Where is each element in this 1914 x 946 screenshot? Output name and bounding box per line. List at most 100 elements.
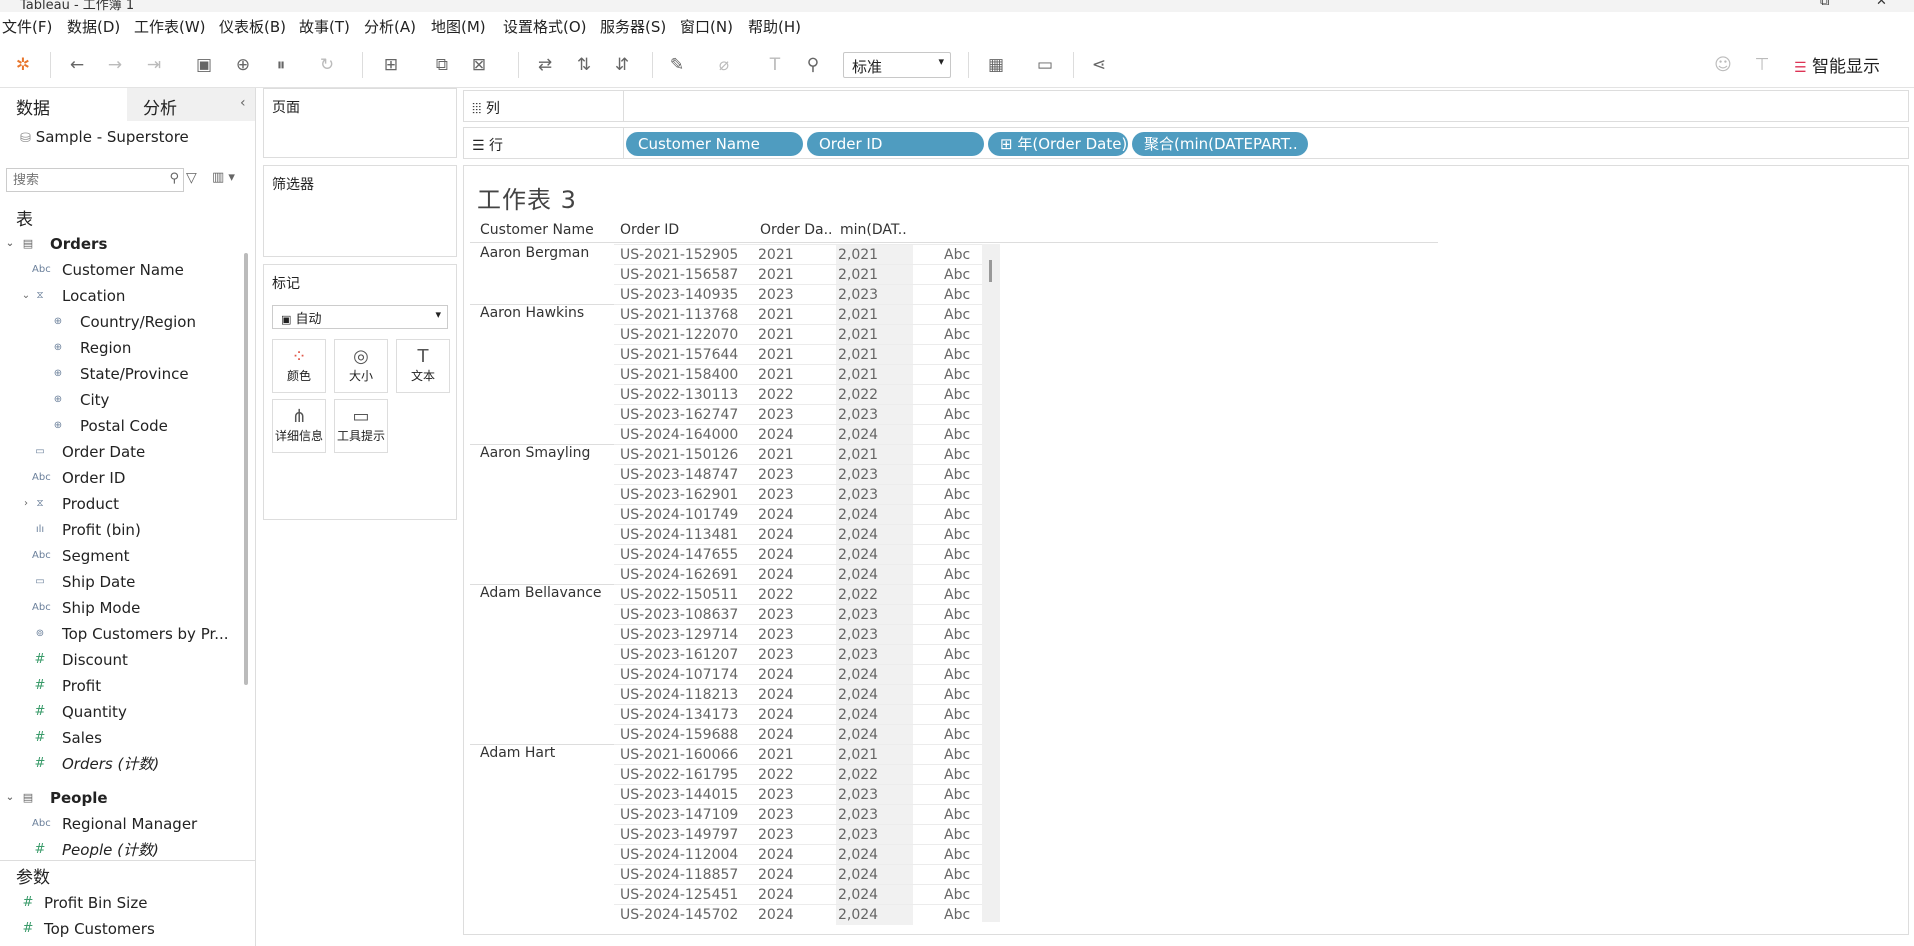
min-datepart-cell[interactable]: 2,023 (838, 405, 878, 425)
tab-data[interactable]: 数据 (0, 88, 127, 121)
order-year-cell[interactable]: 2024 (758, 525, 794, 545)
order-year-cell[interactable]: 2021 (758, 265, 794, 285)
min-datepart-cell[interactable]: 2,022 (838, 385, 878, 405)
order-year-cell[interactable]: 2023 (758, 645, 794, 665)
min-datepart-cell[interactable]: 2,024 (838, 845, 878, 865)
field-item[interactable]: ⊕ City (0, 387, 240, 413)
menu-window[interactable]: 窗口(N) (680, 16, 733, 37)
min-datepart-cell[interactable]: 2,021 (838, 445, 878, 465)
order-year-cell[interactable]: 2024 (758, 725, 794, 745)
chevron-down-icon[interactable]: ⌄ (2, 785, 18, 811)
replay-icon[interactable]: ⇥ (143, 54, 165, 76)
table-row[interactable]: US-2021-113768 2021 2,021 Abc (614, 304, 983, 325)
order-year-cell[interactable]: 2024 (758, 685, 794, 705)
order-id-cell[interactable]: US-2023-147109 (620, 805, 738, 825)
search-input[interactable] (11, 170, 161, 191)
show-labels-icon[interactable]: T (764, 54, 786, 76)
pill-customer-name[interactable]: Customer Name (626, 132, 803, 156)
min-datepart-cell[interactable]: 2,021 (838, 745, 878, 765)
menu-format[interactable]: 设置格式(O) (503, 16, 587, 37)
field-item[interactable]: Abc Regional Manager (0, 811, 240, 837)
tab-analysis[interactable]: 分析 (127, 88, 255, 121)
order-year-cell[interactable]: 2021 (758, 325, 794, 345)
customer-name-cell[interactable]: Aaron Hawkins (480, 305, 584, 321)
order-id-cell[interactable]: US-2022-150511 (620, 585, 738, 605)
order-id-cell[interactable]: US-2021-122070 (620, 325, 738, 345)
min-datepart-cell[interactable]: 2,024 (838, 725, 878, 745)
view-scrollbar-thumb[interactable] (989, 260, 992, 282)
table-row[interactable]: US-2021-158400 2021 2,021 Abc (614, 364, 983, 385)
order-year-cell[interactable]: 2023 (758, 405, 794, 425)
order-id-cell[interactable]: US-2021-152905 (620, 245, 738, 265)
columns-shelf[interactable]: ⦙⦙⦙ 列 (463, 90, 1909, 122)
clear-sheet-icon[interactable]: ⊠ (468, 54, 490, 76)
order-id-cell[interactable]: US-2022-130113 (620, 385, 738, 405)
table-row[interactable]: US-2024-164000 2024 2,024 Abc (614, 424, 983, 445)
min-datepart-cell[interactable]: 2,021 (838, 345, 878, 365)
field-item[interactable]: Abc Customer Name (0, 257, 240, 283)
order-year-cell[interactable]: 2023 (758, 465, 794, 485)
field-item[interactable]: Abc Order ID (0, 465, 240, 491)
min-datepart-cell[interactable]: 2,023 (838, 465, 878, 485)
min-datepart-cell[interactable]: 2,021 (838, 265, 878, 285)
table-row[interactable]: US-2023-161207 2023 2,023 Abc (614, 644, 983, 665)
order-id-cell[interactable]: US-2021-157644 (620, 345, 738, 365)
text-button[interactable]: T 文本 (396, 339, 450, 393)
order-id-cell[interactable]: US-2024-162691 (620, 565, 738, 585)
order-id-cell[interactable]: US-2023-140935 (620, 285, 738, 305)
field-item[interactable]: # Sales (0, 725, 240, 751)
order-id-cell[interactable]: US-2023-162747 (620, 405, 738, 425)
order-id-cell[interactable]: US-2024-145702 (620, 905, 738, 925)
order-id-cell[interactable]: US-2024-134173 (620, 705, 738, 725)
order-id-cell[interactable]: US-2023-148747 (620, 465, 738, 485)
fit-select[interactable]: 标准 ▾ (843, 52, 951, 78)
field-list-scrollbar[interactable] (244, 253, 248, 685)
menu-analysis[interactable]: 分析(A) (364, 16, 416, 37)
pill-agg-min-datepart[interactable]: 聚合(min(DATEPART.. (1132, 132, 1308, 156)
order-year-cell[interactable]: 2023 (758, 825, 794, 845)
customer-name-cell[interactable]: Aaron Bergman (480, 245, 589, 261)
field-item[interactable]: Abc Ship Mode (0, 595, 240, 621)
table-row[interactable]: US-2024-118857 2024 2,024 Abc (614, 864, 983, 885)
min-datepart-cell[interactable]: 2,021 (838, 245, 878, 265)
new-worksheet-icon[interactable]: ⊞ (380, 54, 402, 76)
min-datepart-cell[interactable]: 2,024 (838, 425, 878, 445)
order-year-cell[interactable]: 2022 (758, 765, 794, 785)
presentation-mode-icon[interactable]: ▭ (1034, 54, 1056, 76)
table-row[interactable]: US-2022-150511 2022 2,022 Abc (614, 584, 983, 605)
order-id-cell[interactable]: US-2021-160066 (620, 745, 738, 765)
order-year-cell[interactable]: 2021 (758, 245, 794, 265)
filters-card[interactable]: 筛选器 (263, 165, 457, 257)
min-datepart-cell[interactable]: 2,024 (838, 545, 878, 565)
field-item[interactable]: ▭ Order Date (0, 439, 240, 465)
order-year-cell[interactable]: 2024 (758, 845, 794, 865)
field-item[interactable]: › ⧖ Product (0, 491, 240, 517)
restore-icon[interactable]: ⧉ (1820, 0, 1829, 9)
order-id-cell[interactable]: US-2021-158400 (620, 365, 738, 385)
table-row[interactable]: US-2024-147655 2024 2,024 Abc (614, 544, 983, 565)
table-row[interactable]: US-2023-129714 2023 2,023 Abc (614, 624, 983, 645)
order-id-cell[interactable]: US-2024-107174 (620, 665, 738, 685)
order-year-cell[interactable]: 2024 (758, 545, 794, 565)
mark-type-select[interactable]: ▣ 自动 ▾ (272, 305, 448, 329)
order-id-cell[interactable]: US-2023-144015 (620, 785, 738, 805)
order-id-cell[interactable]: US-2024-125451 (620, 885, 738, 905)
min-datepart-cell[interactable]: 2,023 (838, 605, 878, 625)
table-row[interactable]: US-2022-161795 2022 2,022 Abc (614, 764, 983, 785)
menu-help[interactable]: 帮助(H) (748, 16, 801, 37)
table-row[interactable]: US-2021-156587 2021 2,021 Abc (614, 264, 983, 285)
highlight-icon[interactable]: ✎ (666, 54, 688, 76)
order-year-cell[interactable]: 2021 (758, 745, 794, 765)
min-datepart-cell[interactable]: 2,023 (838, 625, 878, 645)
duplicate-sheet-icon[interactable]: ⧉ (431, 54, 453, 76)
order-year-cell[interactable]: 2024 (758, 885, 794, 905)
menu-map[interactable]: 地图(M) (431, 16, 486, 37)
collapse-pane-icon[interactable]: ‹ (240, 95, 246, 111)
customer-name-cell[interactable]: Aaron Smayling (480, 445, 590, 461)
group-members-icon[interactable]: ⌀ (713, 54, 735, 76)
customer-name-cell[interactable]: Adam Bellavance (480, 585, 602, 601)
field-item[interactable]: # Profit (0, 673, 240, 699)
order-year-cell[interactable]: 2023 (758, 605, 794, 625)
undo-icon[interactable]: ← (66, 54, 88, 76)
order-year-cell[interactable]: 2024 (758, 865, 794, 885)
